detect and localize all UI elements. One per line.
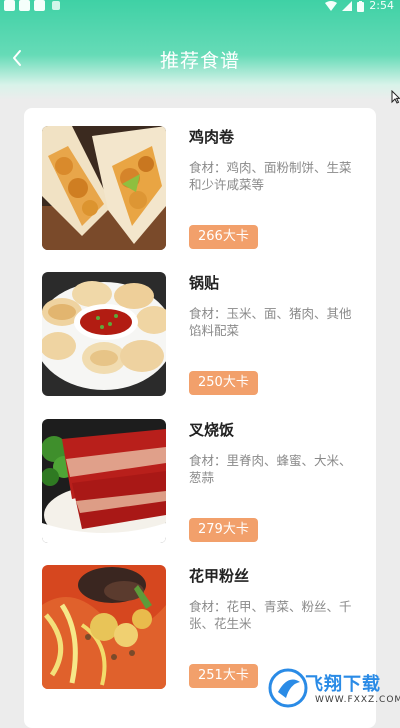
battery-icon: [357, 0, 365, 12]
page-title: 推荐食谱: [159, 50, 240, 72]
app-notification-icon: [52, 1, 60, 10]
watermark-logo-icon: [268, 668, 308, 708]
recipe-image-potstickers: [42, 272, 166, 396]
recipe-item[interactable]: 锅贴 食材：玉米、面、猪肉、其他馅料配菜 250大卡: [42, 272, 362, 397]
recipe-image-clam-noodles: [42, 565, 166, 689]
calorie-badge: 250大卡: [189, 371, 258, 395]
calorie-badge: 279大卡: [189, 518, 258, 542]
recipe-name: 锅贴: [189, 274, 220, 292]
calorie-badge: 251大卡: [189, 664, 258, 688]
header-bar: 2:54 推荐食谱: [0, 0, 400, 100]
recipe-name: 花甲粉丝: [189, 567, 250, 585]
status-time: 2:54: [369, 0, 394, 12]
notification-icon: [19, 0, 30, 11]
recipe-item[interactable]: 鸡肉卷 食材：鸡肉、面粉制饼、生菜和少许咸菜等 266大卡: [42, 126, 362, 251]
recipe-image-char-siu-rice: [42, 419, 166, 543]
watermark-subtitle: WWW.FXXZ.COM: [315, 695, 400, 705]
recipe-ingredients: 食材：鸡肉、面粉制饼、生菜和少许咸菜等: [189, 160, 352, 192]
status-bar: 2:54: [0, 0, 400, 14]
notification-icon: [4, 0, 15, 11]
watermark-logo: 飞翔下载 WWW.FXXZ.COM: [268, 668, 400, 710]
calorie-badge: 266大卡: [189, 225, 258, 249]
recipe-ingredients: 食材：花甲、青菜、粉丝、千张、花生米: [189, 599, 352, 631]
watermark-title: 飞翔下载: [305, 674, 381, 695]
recipe-ingredients: 食材：里脊肉、蜂蜜、大米、葱蒜: [189, 453, 352, 485]
recipe-ingredients: 食材：玉米、面、猪肉、其他馅料配菜: [189, 306, 352, 338]
recipe-name: 鸡肉卷: [189, 128, 235, 146]
notification-icon: [34, 0, 45, 11]
recipe-item[interactable]: 叉烧饭 食材：里脊肉、蜂蜜、大米、葱蒜 279大卡: [42, 419, 362, 544]
wifi-icon: [325, 1, 338, 11]
recipe-list: 鸡肉卷 食材：鸡肉、面粉制饼、生菜和少许咸菜等 266大卡 锅贴 食材：玉米、面…: [24, 108, 376, 728]
recipe-name: 叉烧饭: [189, 421, 235, 439]
recipe-image-chicken-wrap: [42, 126, 166, 250]
mouse-cursor-icon: [391, 90, 400, 104]
signal-icon: [342, 1, 353, 11]
